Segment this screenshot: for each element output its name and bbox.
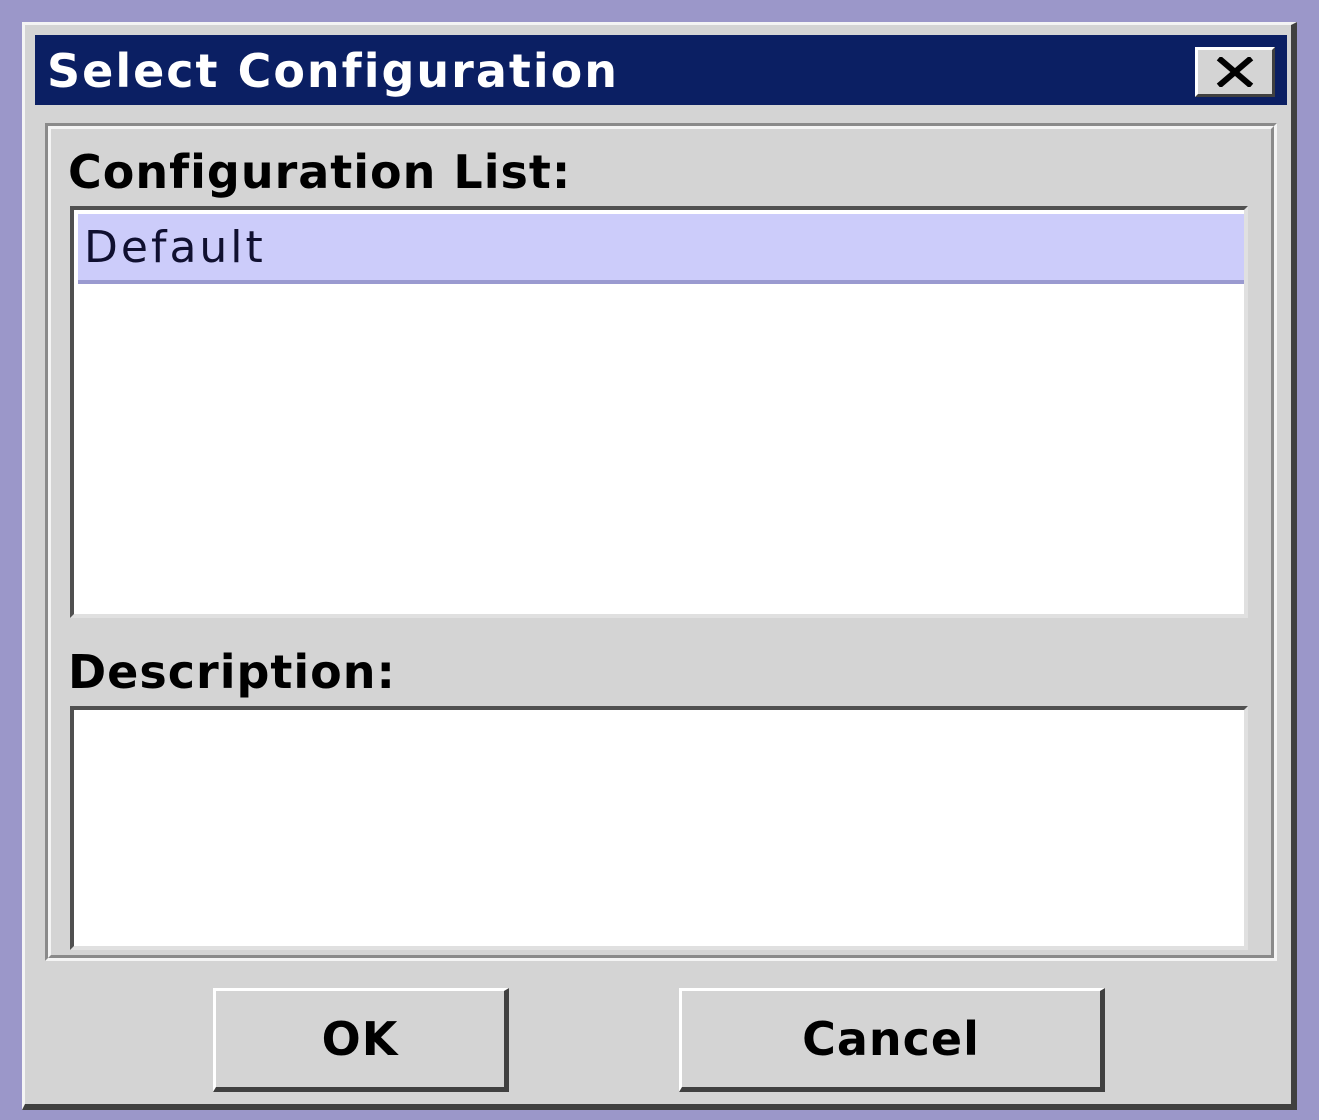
close-button[interactable] xyxy=(1195,47,1275,97)
description-textarea[interactable] xyxy=(70,706,1248,950)
content-panel: Configuration List: Default Description: xyxy=(45,123,1277,961)
desktop-background: Select Configuration Configuration List:… xyxy=(0,0,1319,1120)
window-title: Select Configuration xyxy=(47,44,619,98)
select-configuration-dialog: Select Configuration Configuration List:… xyxy=(22,22,1297,1110)
list-item-label: Default xyxy=(84,222,266,273)
close-icon xyxy=(1215,57,1255,87)
ok-button[interactable]: OK xyxy=(213,988,509,1092)
list-item-default[interactable]: Default xyxy=(78,214,1244,284)
configuration-listbox[interactable]: Default xyxy=(70,206,1248,618)
title-bar[interactable]: Select Configuration xyxy=(35,35,1287,105)
configuration-list-label: Configuration List: xyxy=(68,145,572,199)
cancel-button[interactable]: Cancel xyxy=(679,988,1105,1092)
description-label: Description: xyxy=(68,645,396,699)
